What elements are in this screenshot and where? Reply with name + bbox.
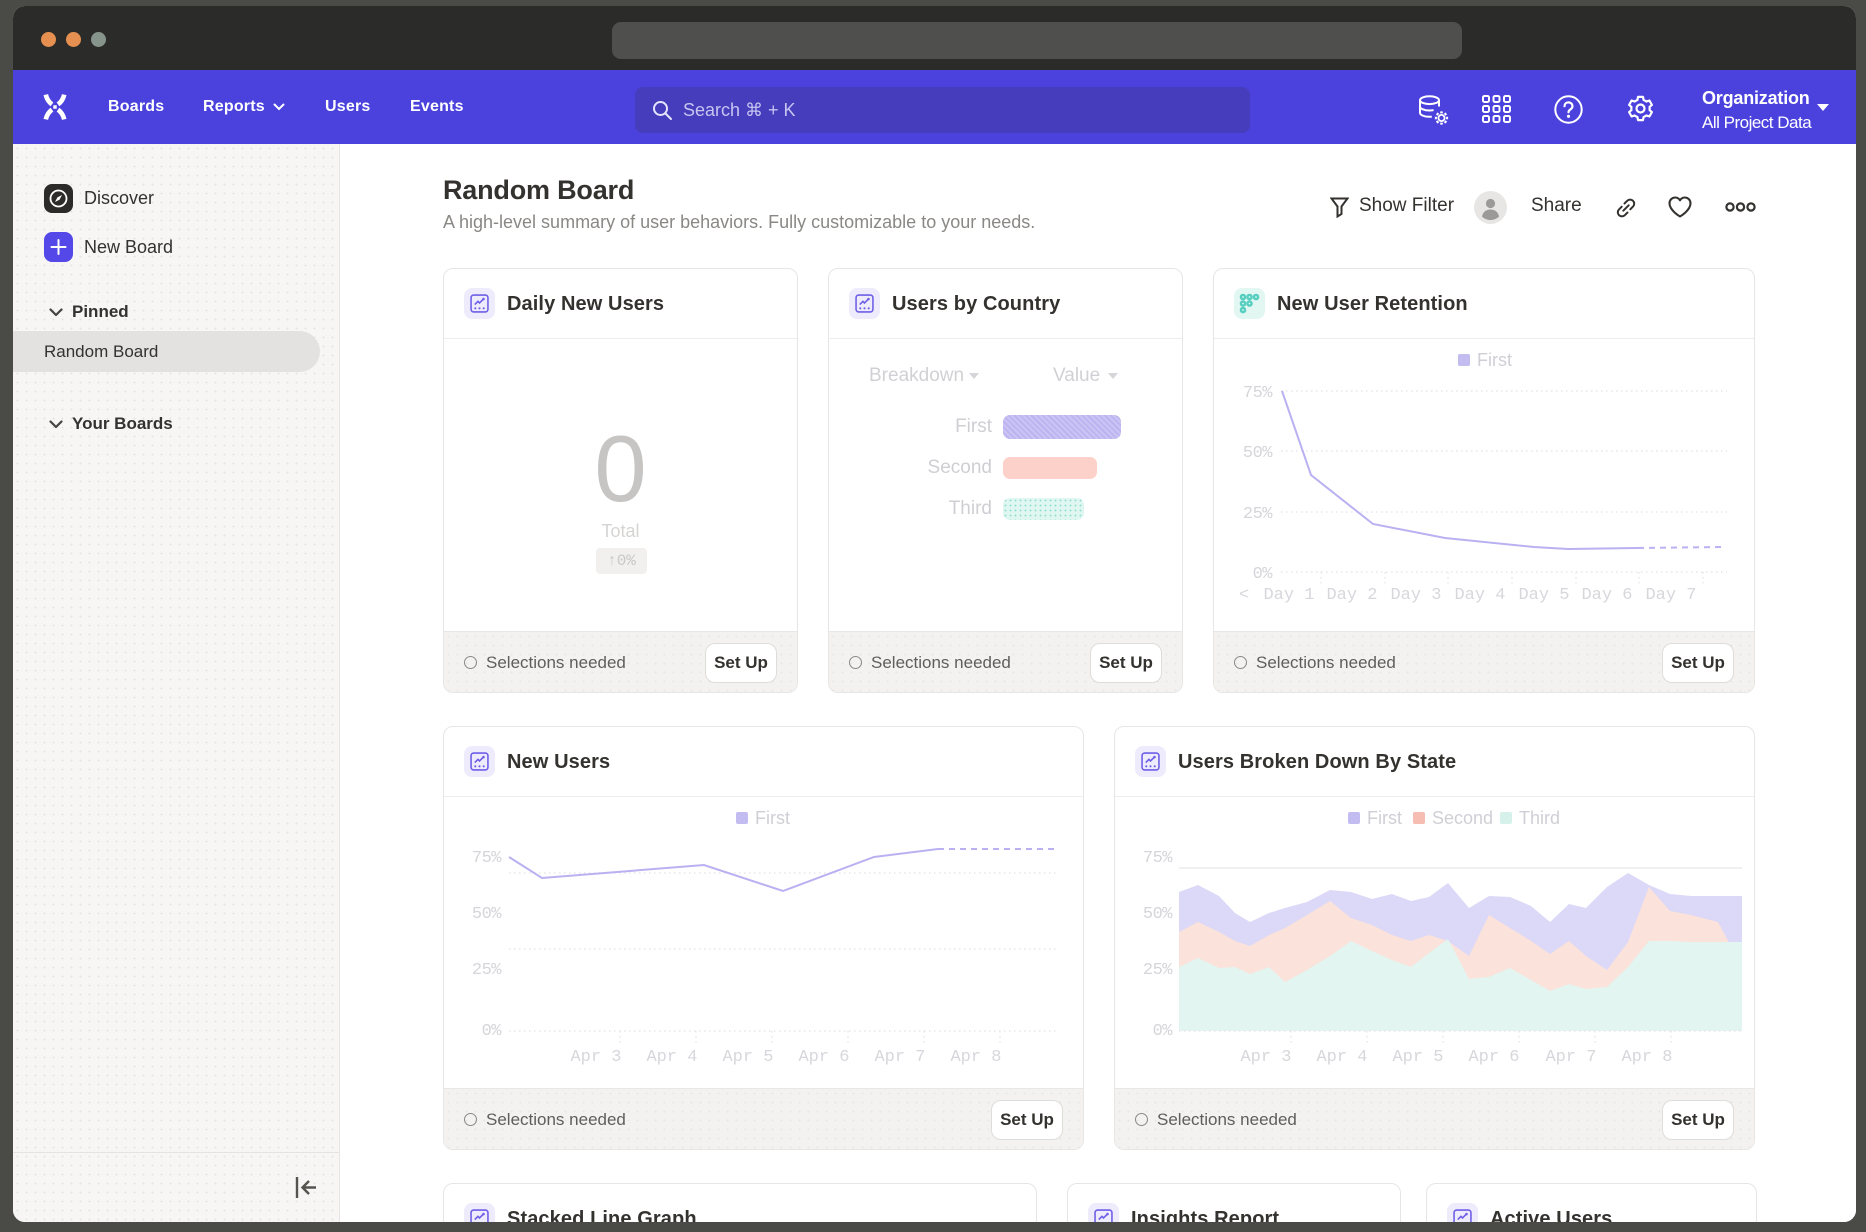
svg-text:First: First <box>755 808 790 828</box>
svg-text:First: First <box>1477 350 1512 370</box>
svg-text:0%: 0% <box>1153 1022 1174 1041</box>
svg-text:Apr 7: Apr 7 <box>1545 1048 1596 1067</box>
svg-text:50%: 50% <box>472 905 502 924</box>
svg-text:0%: 0% <box>1253 565 1274 584</box>
svg-text:75%: 75% <box>1243 384 1273 403</box>
svg-text:25%: 25% <box>1143 961 1173 980</box>
svg-text:Third: Third <box>1519 808 1560 828</box>
svg-text:Apr 7: Apr 7 <box>874 1048 925 1067</box>
svg-text:25%: 25% <box>1243 505 1273 524</box>
svg-text:Day 3: Day 3 <box>1390 586 1441 605</box>
svg-text:Apr 5: Apr 5 <box>722 1048 773 1067</box>
svg-text:Apr 3: Apr 3 <box>570 1048 621 1067</box>
svg-text:Apr 6: Apr 6 <box>798 1048 849 1067</box>
svg-text:50%: 50% <box>1143 905 1173 924</box>
svg-text:Apr 8: Apr 8 <box>950 1048 1001 1067</box>
svg-text:First: First <box>1367 808 1402 828</box>
svg-text:Day 5: Day 5 <box>1518 586 1569 605</box>
svg-text:25%: 25% <box>472 961 502 980</box>
svg-text:75%: 75% <box>472 849 502 868</box>
svg-text:Day 1: Day 1 <box>1263 586 1314 605</box>
svg-text:<: < <box>1239 586 1249 605</box>
svg-text:0%: 0% <box>482 1022 503 1041</box>
svg-text:Day 6: Day 6 <box>1581 586 1632 605</box>
svg-text:Apr 5: Apr 5 <box>1392 1048 1443 1067</box>
svg-text:Day 4: Day 4 <box>1454 586 1505 605</box>
svg-text:Apr 3: Apr 3 <box>1240 1048 1291 1067</box>
svg-text:Apr 8: Apr 8 <box>1621 1048 1672 1067</box>
svg-text:50%: 50% <box>1243 444 1273 463</box>
svg-text:Second: Second <box>1432 808 1493 828</box>
svg-text:75%: 75% <box>1143 849 1173 868</box>
svg-text:Apr 4: Apr 4 <box>1316 1048 1367 1067</box>
svg-text:Day 2: Day 2 <box>1326 586 1377 605</box>
svg-text:Apr 6: Apr 6 <box>1468 1048 1519 1067</box>
svg-text:Day 7: Day 7 <box>1645 586 1696 605</box>
svg-text:Apr 4: Apr 4 <box>646 1048 697 1067</box>
